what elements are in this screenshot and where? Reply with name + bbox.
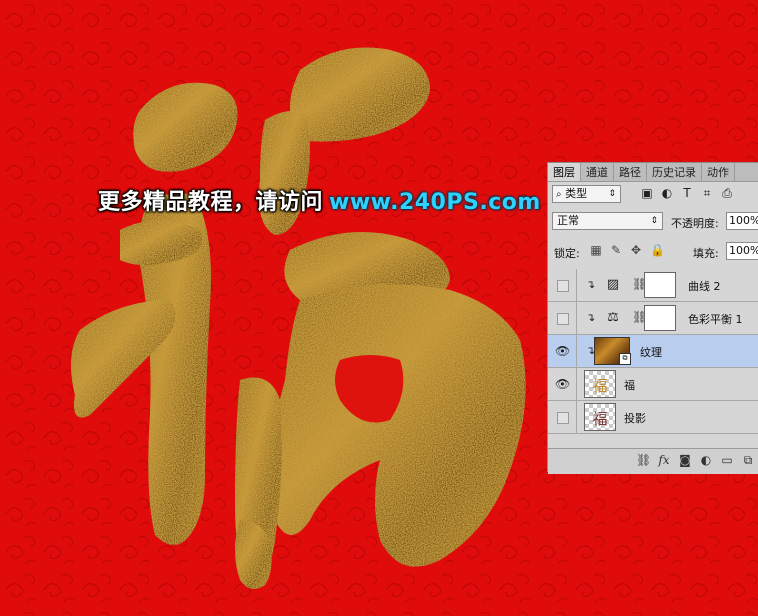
tab-history[interactable]: 历史记录 bbox=[647, 163, 702, 181]
visibility-toggle[interactable] bbox=[548, 269, 577, 301]
layer-row-selected[interactable]: 👁 ↴ ⧉ 纹理 bbox=[548, 335, 758, 368]
layer-mask-thumbnail[interactable] bbox=[644, 272, 676, 298]
layers-panel: 图层 通道 路径 历史记录 动作 ⌕ 类型 ⇕ ▣ ◐ T ⌗ ⎙ 正常 ⇕ 不… bbox=[547, 162, 758, 474]
layer-row[interactable]: 👁 福 福 bbox=[548, 368, 758, 401]
filter-kind-value: 类型 bbox=[565, 187, 588, 200]
fx-icon[interactable]: fx bbox=[657, 453, 671, 468]
visibility-toggle[interactable]: 👁 bbox=[548, 368, 577, 400]
clipping-arrow-icon: ↴ bbox=[586, 278, 596, 291]
layer-row[interactable]: ↴ ⚖ ⛓ 色彩平衡 1 bbox=[548, 302, 758, 335]
blend-mode-select[interactable]: 正常 ⇕ bbox=[552, 212, 663, 230]
select-arrow-icon: ⇕ bbox=[650, 216, 658, 226]
watermark-url: www.240PS.com bbox=[329, 190, 541, 215]
smart-object-filter-icon[interactable]: ⎙ bbox=[720, 185, 734, 201]
lock-transparent-icon[interactable]: ▦ bbox=[590, 243, 602, 257]
filter-kind-select[interactable]: ⌕ 类型 ⇕ bbox=[552, 185, 621, 203]
layer-name: 纹理 bbox=[640, 346, 662, 359]
blend-mode-value: 正常 bbox=[557, 214, 579, 227]
layer-row[interactable]: 福 投影 bbox=[548, 401, 758, 434]
tab-paths[interactable]: 路径 bbox=[614, 163, 647, 181]
layer-mask-thumbnail[interactable] bbox=[644, 305, 676, 331]
lock-all-icon[interactable]: 🔒 bbox=[650, 243, 665, 257]
clipping-arrow-icon: ↴ bbox=[586, 311, 596, 324]
tab-actions[interactable]: 动作 bbox=[702, 163, 735, 181]
hidden-visibility-box bbox=[557, 313, 569, 325]
visibility-toggle[interactable]: 👁 bbox=[548, 335, 577, 367]
footer-tools: ⛓ fx ◙ ◐ ▭ ⧉ bbox=[636, 453, 755, 468]
new-adjustment-icon[interactable]: ◐ bbox=[699, 453, 713, 468]
opacity-input[interactable]: 100% bbox=[726, 212, 758, 230]
filter-icons: ▣ ◐ T ⌗ ⎙ bbox=[640, 185, 734, 201]
layer-row[interactable]: ↴ ▨ ⛓ 曲线 2 bbox=[548, 269, 758, 302]
opacity-label: 不透明度: bbox=[671, 217, 719, 230]
watermark-chinese: 更多精品教程，请访问 bbox=[98, 190, 324, 215]
watermark: 更多精品教程，请访问 www.240PS.com bbox=[98, 184, 541, 216]
hidden-visibility-box bbox=[557, 412, 569, 424]
layer-name: 福 bbox=[624, 379, 635, 392]
tab-layers[interactable]: 图层 bbox=[548, 163, 581, 181]
lock-position-icon[interactable]: ✥ bbox=[630, 243, 642, 257]
select-arrow-icon: ⇕ bbox=[608, 189, 616, 199]
tab-channels[interactable]: 通道 bbox=[581, 163, 614, 181]
fill-label: 填充: bbox=[693, 247, 719, 260]
layer-thumbnail[interactable]: 福 bbox=[584, 370, 616, 398]
adjustment-filter-icon[interactable]: ◐ bbox=[660, 185, 674, 201]
lock-image-icon[interactable]: ✎ bbox=[610, 243, 622, 257]
visibility-toggle[interactable] bbox=[548, 401, 577, 433]
panel-tabs: 图层 通道 路径 历史记录 动作 bbox=[548, 163, 758, 182]
lock-icons: ▦ ✎ ✥ 🔒 bbox=[590, 243, 665, 257]
layer-thumbnail-glyph: 福 bbox=[592, 377, 608, 395]
eye-icon: 👁 bbox=[555, 377, 571, 391]
add-mask-icon[interactable]: ◙ bbox=[678, 453, 692, 468]
curves-icon: ▨ bbox=[606, 277, 620, 292]
shape-filter-icon[interactable]: ⌗ bbox=[700, 185, 714, 201]
layer-name: 色彩平衡 1 bbox=[688, 313, 743, 326]
smart-object-badge-icon: ⧉ bbox=[619, 353, 631, 365]
layer-thumbnail[interactable]: 福 bbox=[584, 403, 616, 431]
fill-input[interactable]: 100% bbox=[726, 242, 758, 260]
image-filter-icon[interactable]: ▣ bbox=[640, 185, 654, 201]
color-balance-icon: ⚖ bbox=[607, 310, 619, 325]
visibility-toggle[interactable] bbox=[548, 302, 577, 334]
new-group-icon[interactable]: ▭ bbox=[720, 453, 734, 468]
type-filter-icon[interactable]: T bbox=[680, 185, 694, 201]
layer-name: 投影 bbox=[624, 412, 646, 425]
hidden-visibility-box bbox=[557, 280, 569, 292]
layer-thumbnail-glyph: 福 bbox=[592, 410, 608, 428]
panel-footer: ⛓ fx ◙ ◐ ▭ ⧉ bbox=[548, 448, 758, 474]
eye-icon: 👁 bbox=[555, 344, 571, 358]
lock-label: 锁定: bbox=[554, 247, 580, 260]
layer-name: 曲线 2 bbox=[688, 280, 721, 293]
new-layer-icon[interactable]: ⧉ bbox=[741, 453, 755, 468]
search-icon: ⌕ bbox=[556, 189, 562, 200]
link-layers-icon[interactable]: ⛓ bbox=[636, 453, 651, 468]
